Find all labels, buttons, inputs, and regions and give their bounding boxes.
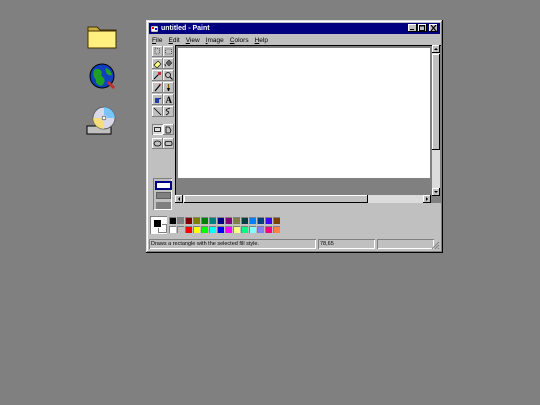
palette-color-swatch[interactable] (225, 217, 232, 224)
line-tool[interactable] (152, 106, 163, 117)
close-button[interactable] (429, 24, 438, 32)
palette-color-swatch[interactable] (209, 217, 216, 224)
palette-color-swatch[interactable] (193, 217, 200, 224)
palette-color-swatch[interactable] (217, 226, 224, 233)
selection-size (377, 239, 434, 249)
menu-bar: File Edit View Image Colors Help (149, 35, 440, 45)
palette-color-swatch[interactable] (169, 226, 176, 233)
palette-color-swatch[interactable] (217, 217, 224, 224)
palette-color-swatch[interactable] (185, 226, 192, 233)
menu-image[interactable]: Image (203, 37, 227, 44)
menu-colors[interactable]: Colors (227, 37, 252, 44)
airbrush-tool[interactable] (152, 94, 163, 105)
palette-color-swatch[interactable] (241, 217, 248, 224)
palette-color-swatch[interactable] (169, 217, 176, 224)
paint-app-icon (151, 25, 159, 32)
palette-color-swatch[interactable] (201, 217, 208, 224)
scroll-right-button[interactable] (423, 195, 431, 203)
palette-color-swatch[interactable] (177, 217, 184, 224)
curve-tool[interactable] (163, 106, 174, 117)
polygon-tool[interactable] (163, 124, 174, 135)
palette-color-swatch[interactable] (241, 226, 248, 233)
palette-color-swatch[interactable] (193, 226, 200, 233)
maximize-button[interactable] (418, 24, 427, 32)
text-tool[interactable]: A (163, 94, 174, 105)
eraser-tool[interactable] (152, 58, 163, 69)
pick-color-tool[interactable] (152, 70, 163, 81)
scroll-down-button[interactable] (432, 188, 440, 196)
menu-file[interactable]: File (149, 37, 166, 44)
rectangle-tool[interactable] (152, 124, 163, 135)
folder-desktop-icon[interactable] (84, 18, 120, 52)
fill-bucket-tool[interactable] (163, 58, 174, 69)
foreground-color-swatch (153, 219, 162, 228)
minimize-button[interactable] (408, 24, 417, 32)
palette-color-swatch[interactable] (273, 217, 280, 224)
magnifier-tool[interactable] (163, 70, 174, 81)
palette-color-swatch[interactable] (225, 226, 232, 233)
paint-window: untitled - Paint File Edit View Image Co… (146, 20, 443, 253)
horizontal-scrollbar[interactable] (175, 195, 431, 203)
palette-color-swatch[interactable] (233, 226, 240, 233)
status-bar: Draws a rectangle with the selected fill… (149, 239, 440, 250)
ellipse-tool[interactable] (152, 138, 163, 149)
drawing-canvas[interactable] (178, 48, 430, 178)
palette-color-swatch[interactable] (265, 226, 272, 233)
palette-color-swatch[interactable] (257, 226, 264, 233)
vertical-scrollbar[interactable] (432, 45, 440, 196)
cursor-coordinates: 78,65 (318, 239, 375, 249)
cd-drive-icon[interactable] (84, 104, 120, 138)
palette-color-swatch[interactable] (249, 217, 256, 224)
horizontal-scroll-thumb[interactable] (184, 195, 368, 203)
palette-color-swatch[interactable] (273, 226, 280, 233)
pencil-tool[interactable] (152, 82, 163, 93)
palette-color-swatch[interactable] (185, 217, 192, 224)
palette-color-swatch[interactable] (201, 226, 208, 233)
color-box (149, 216, 389, 236)
fill-only-option[interactable] (156, 202, 171, 209)
menu-view[interactable]: View (183, 37, 203, 44)
svg-text:A: A (166, 95, 173, 104)
window-title: untitled - Paint (161, 25, 210, 32)
status-message: Draws a rectangle with the selected fill… (149, 239, 316, 249)
brush-tool[interactable] (163, 82, 174, 93)
outline-fill-option[interactable] (156, 192, 171, 199)
select-tool[interactable] (163, 46, 174, 57)
outline-only-option[interactable] (156, 182, 171, 189)
fill-style-options (153, 178, 172, 210)
resize-grip-icon[interactable] (431, 241, 440, 250)
free-form-select-tool[interactable] (152, 46, 163, 57)
vertical-scroll-thumb[interactable] (432, 54, 440, 150)
current-colors-indicator (150, 216, 167, 234)
rounded-rectangle-tool[interactable] (163, 138, 174, 149)
scroll-up-button[interactable] (432, 45, 440, 53)
palette-color-swatch[interactable] (265, 217, 272, 224)
tool-box: A (150, 46, 175, 209)
menu-edit[interactable]: Edit (166, 37, 183, 44)
scroll-left-button[interactable] (175, 195, 183, 203)
palette-color-swatch[interactable] (233, 217, 240, 224)
internet-globe-icon[interactable] (84, 60, 120, 94)
menu-help[interactable]: Help (252, 37, 271, 44)
palette-color-swatch[interactable] (257, 217, 264, 224)
palette-color-swatch[interactable] (177, 226, 184, 233)
title-bar[interactable]: untitled - Paint (149, 23, 440, 34)
palette-color-swatch[interactable] (249, 226, 256, 233)
drawing-area (175, 45, 441, 203)
palette-color-swatch[interactable] (209, 226, 216, 233)
